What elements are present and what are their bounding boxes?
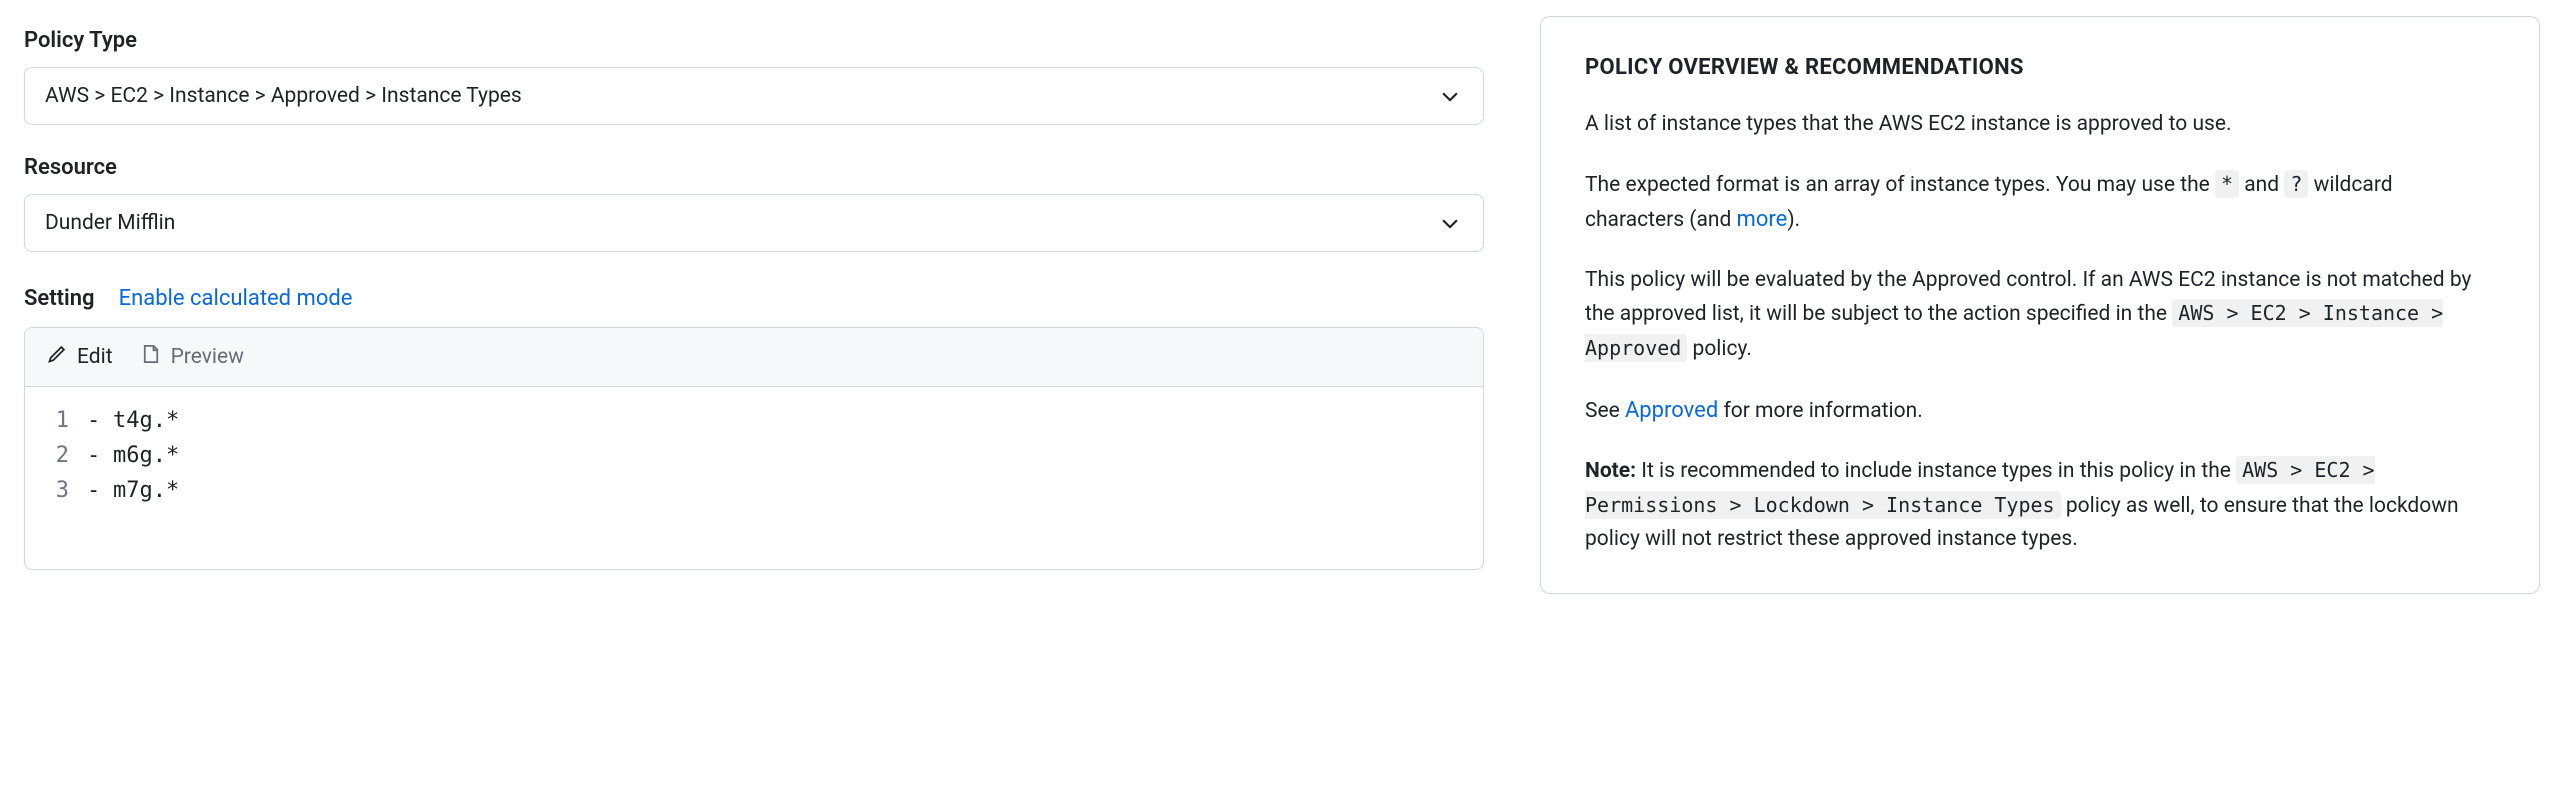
line-number: 3 [25,473,87,508]
overview-p5: Note: It is recommended to include insta… [1585,454,2495,557]
policy-type-value: AWS > EC2 > Instance > Approved > Instan… [45,84,522,108]
code-line: 3 - m7g.* [25,473,1483,508]
overview-p3: This policy will be evaluated by the App… [1585,264,2495,367]
enable-calculated-mode-link[interactable]: Enable calculated mode [119,286,353,311]
approved-link[interactable]: Approved [1625,398,1718,423]
more-link[interactable]: more [1737,207,1788,232]
overview-p1: A list of instance types that the AWS EC… [1585,108,2495,142]
code-line: 2 - m6g.* [25,438,1483,473]
overview-p4: See Approved for more information. [1585,393,2495,429]
line-number: 1 [25,403,87,438]
tab-preview[interactable]: Preview [141,344,244,370]
setting-editor: Edit Preview 1 - t4g.* 2 - [24,327,1484,570]
wildcard-star: * [2215,170,2239,198]
code-line: 1 - t4g.* [25,403,1483,438]
overview-panel: POLICY OVERVIEW & RECOMMENDATIONS A list… [1540,16,2540,594]
overview-p2: The expected format is an array of insta… [1585,168,2495,238]
pencil-icon [47,344,67,370]
chevron-down-icon [1439,212,1461,234]
resource-select[interactable]: Dunder Mifflin [24,194,1484,252]
line-number: 2 [25,438,87,473]
resource-label: Resource [24,155,1484,180]
form-panel: Policy Type AWS > EC2 > Instance > Appro… [24,16,1484,570]
resource-value: Dunder Mifflin [45,211,175,235]
chevron-down-icon [1439,85,1461,107]
note-label: Note: [1585,459,1636,483]
tab-preview-label: Preview [171,345,244,369]
policy-type-label: Policy Type [24,28,1484,53]
overview-heading: POLICY OVERVIEW & RECOMMENDATIONS [1585,55,2495,80]
setting-label: Setting [24,286,95,311]
tab-edit-label: Edit [77,345,113,369]
tab-edit[interactable]: Edit [47,344,113,370]
wildcard-question: ? [2284,170,2308,198]
document-icon [141,344,161,370]
code-editor[interactable]: 1 - t4g.* 2 - m6g.* 3 - m7g.* [25,387,1483,569]
policy-type-select[interactable]: AWS > EC2 > Instance > Approved > Instan… [24,67,1484,125]
